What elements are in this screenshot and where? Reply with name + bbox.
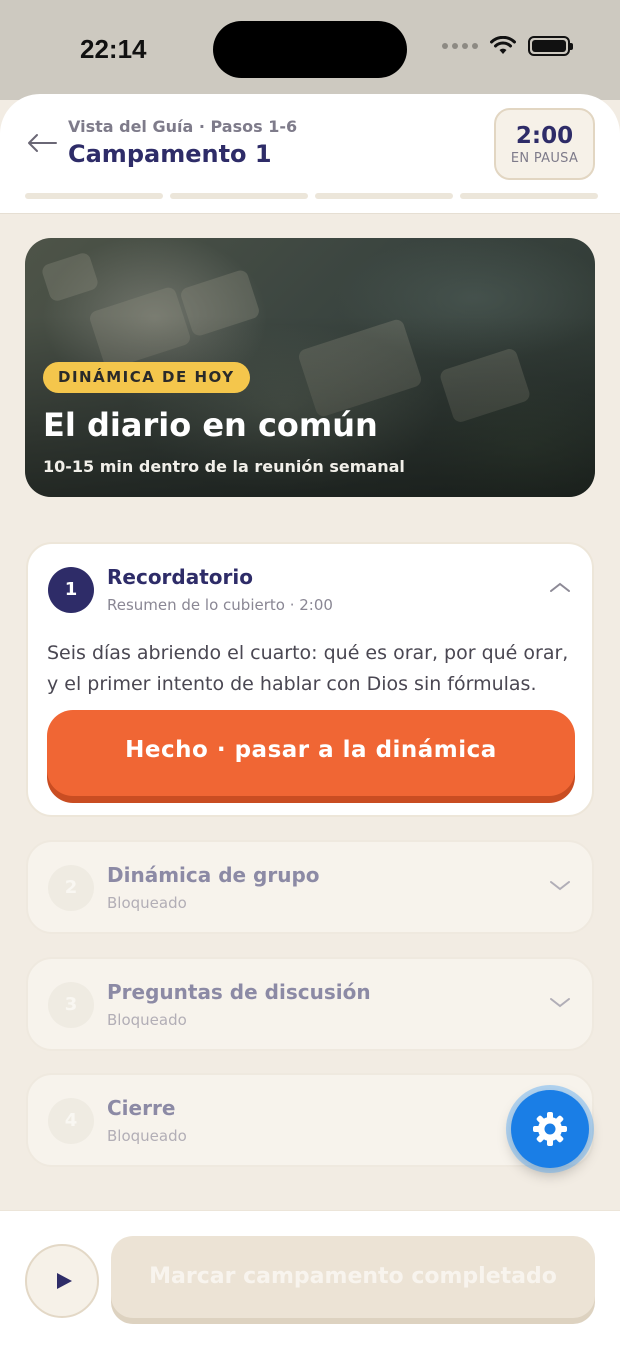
step-status: Bloqueado xyxy=(107,1127,187,1145)
hero-badge: DINÁMICA DE HOY xyxy=(43,362,250,393)
header-subtitle: Vista del Guía · Pasos 1-6 xyxy=(68,117,298,136)
battery-icon xyxy=(528,36,573,56)
done-next-button[interactable]: Hecho · pasar a la dinámica xyxy=(47,710,575,796)
step-card-recordatorio: 1 Recordatorio Resumen de lo cubierto · … xyxy=(26,542,594,817)
wifi-icon xyxy=(490,36,516,54)
step-progress xyxy=(25,193,598,199)
arrow-left-icon xyxy=(28,134,57,152)
progress-segment xyxy=(460,193,598,199)
status-icons xyxy=(442,36,573,56)
step-number: 1 xyxy=(48,567,94,613)
dynamic-island xyxy=(213,21,407,78)
timer-button[interactable]: 2:00 EN PAUSA xyxy=(494,108,595,180)
step-title: Recordatorio xyxy=(107,565,253,589)
chevron-up-icon xyxy=(550,582,570,592)
hero-card: DINÁMICA DE HOY El diario en común 10-15… xyxy=(25,238,595,497)
progress-segment xyxy=(170,193,308,199)
step-number: 4 xyxy=(48,1098,94,1144)
hero-subtitle: 10-15 min dentro de la reunión semanal xyxy=(43,457,405,476)
back-button[interactable] xyxy=(22,128,62,158)
settings-button[interactable] xyxy=(511,1090,589,1168)
collapse-toggle[interactable] xyxy=(546,578,574,598)
hero-title: El diario en común xyxy=(43,406,378,444)
step-number: 2 xyxy=(48,865,94,911)
timer-value: 2:00 xyxy=(515,123,574,149)
bottom-bar: Marcar campamento completado xyxy=(0,1210,620,1348)
step-card-cierre[interactable]: 4 Cierre Bloqueado xyxy=(26,1073,594,1167)
signal-icon xyxy=(442,43,478,49)
expand-toggle[interactable] xyxy=(546,993,574,1013)
progress-segment xyxy=(315,193,453,199)
page-title: Campamento 1 xyxy=(68,140,272,168)
step-subtitle: Resumen de lo cubierto · 2:00 xyxy=(107,596,333,614)
status-time: 22:14 xyxy=(80,34,147,64)
timer-status-label: EN PAUSA xyxy=(510,151,579,166)
gear-icon xyxy=(533,1112,567,1146)
step-status: Bloqueado xyxy=(107,1011,187,1029)
step-number: 3 xyxy=(48,982,94,1028)
play-icon xyxy=(56,1273,72,1289)
play-button[interactable] xyxy=(25,1244,99,1318)
status-bar: 22:14 xyxy=(0,0,620,100)
mark-complete-button[interactable]: Marcar campamento completado xyxy=(111,1236,595,1318)
step-card-dinamica-de-grupo[interactable]: 2 Dinámica de grupo Bloqueado xyxy=(26,840,594,934)
step-title: Preguntas de discusión xyxy=(107,980,371,1004)
header: Vista del Guía · Pasos 1-6 Campamento 1 … xyxy=(0,94,620,214)
step-description: Seis días abriendo el cuarto: qué es ora… xyxy=(47,642,569,695)
step-title: Cierre xyxy=(107,1096,176,1120)
step-title: Dinámica de grupo xyxy=(107,863,320,887)
progress-segment xyxy=(25,193,163,199)
step-status: Bloqueado xyxy=(107,894,187,912)
chevron-down-icon xyxy=(550,998,570,1008)
step-card-preguntas[interactable]: 3 Preguntas de discusión Bloqueado xyxy=(26,957,594,1051)
expand-toggle[interactable] xyxy=(546,876,574,896)
chevron-down-icon xyxy=(550,881,570,891)
